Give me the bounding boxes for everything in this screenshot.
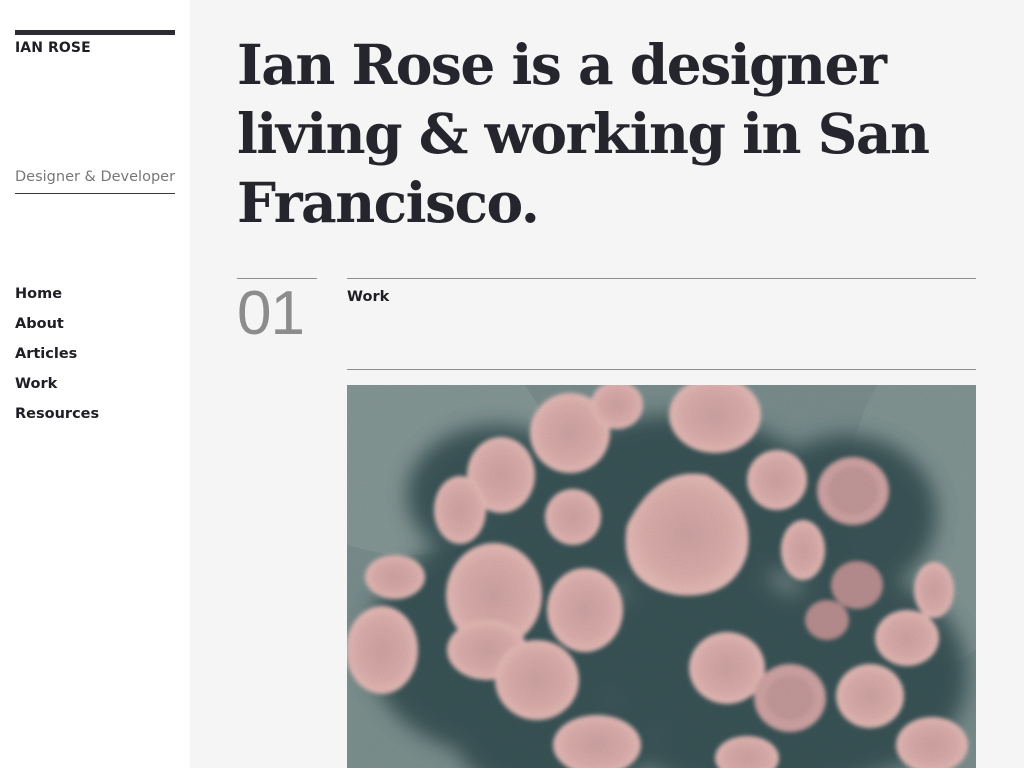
tagline-divider: [15, 193, 175, 194]
section-title: Work: [347, 289, 390, 305]
nav-item-resources[interactable]: Resources: [15, 399, 99, 429]
section-number: 01: [237, 279, 305, 348]
work-feature-image[interactable]: [347, 385, 976, 768]
nav-item-work[interactable]: Work: [15, 369, 99, 399]
virus-micrograph-image: [347, 385, 976, 768]
main-content: Ian Rose is a designer living & working …: [190, 0, 1024, 768]
sidebar: IAN ROSE Designer & Developer Home About…: [0, 0, 190, 768]
site-logo-text[interactable]: IAN ROSE: [15, 40, 91, 56]
brand-accent-bar: [15, 30, 175, 35]
nav-item-articles[interactable]: Articles: [15, 339, 99, 369]
nav-item-home[interactable]: Home: [15, 279, 99, 309]
section-bottom-divider: [347, 369, 976, 370]
section-title-divider: [347, 278, 976, 279]
tagline: Designer & Developer: [15, 169, 176, 185]
main-nav: Home About Articles Work Resources: [15, 279, 99, 429]
page-headline: Ian Rose is a designer living & working …: [237, 32, 930, 235]
nav-item-about[interactable]: About: [15, 309, 99, 339]
